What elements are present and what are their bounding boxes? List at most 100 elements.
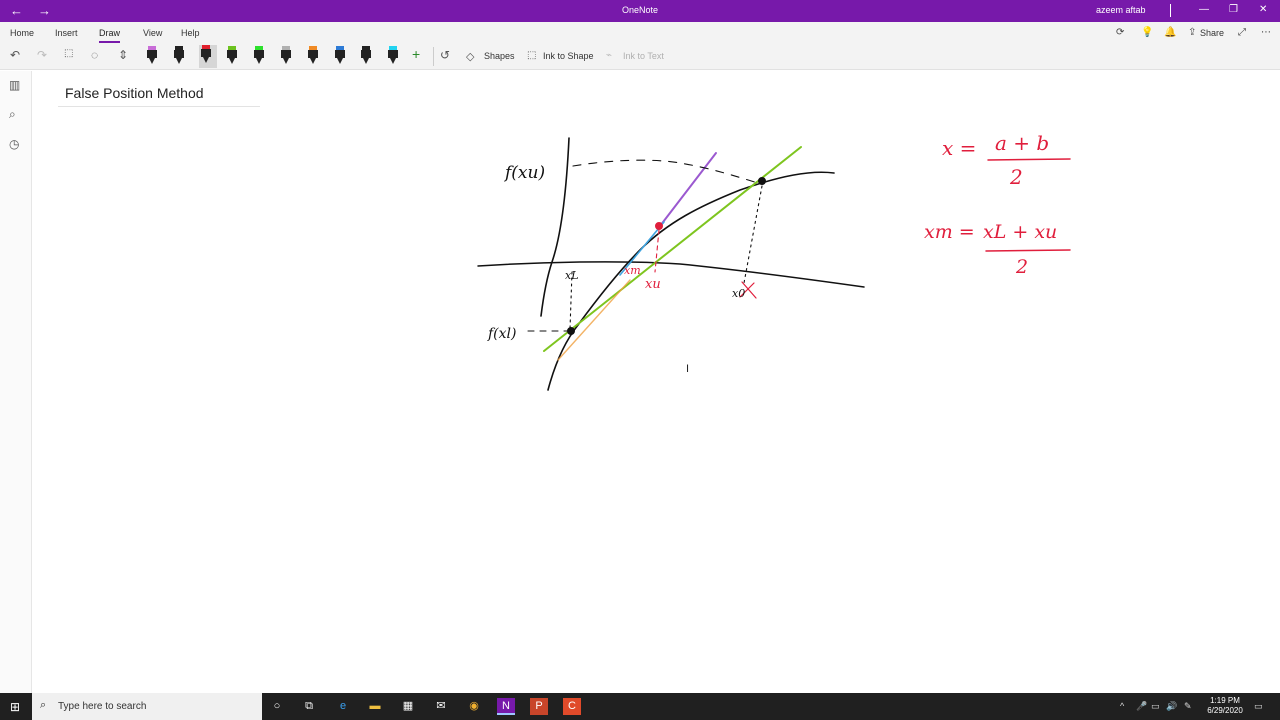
- y-axis-stroke: [540, 137, 570, 317]
- taskbar-search[interactable]: ⌕ Type here to search: [32, 693, 262, 720]
- fxu-dashed-guide: [572, 159, 759, 184]
- restore-icon[interactable]: ❐: [1229, 4, 1238, 15]
- pen-blue-button[interactable]: [333, 46, 347, 66]
- close-icon[interactable]: ✕: [1259, 4, 1267, 15]
- title-separator: [1170, 4, 1171, 17]
- clock-date: 6/29/2020: [1207, 706, 1243, 715]
- ink-to-text-button: Ink to Text: [623, 51, 664, 61]
- search-icon[interactable]: ⌕: [9, 107, 16, 122]
- tab-home[interactable]: Home: [10, 28, 34, 38]
- label-xm-short: xm: [624, 264, 641, 277]
- eq2-denominator: 2: [1015, 256, 1028, 278]
- notifications-icon[interactable]: ▭: [1254, 701, 1263, 712]
- share-icon[interactable]: ⇪: [1188, 27, 1196, 38]
- point-xl: [567, 327, 575, 335]
- pen-tray-icon[interactable]: ✎: [1184, 701, 1192, 712]
- pen-black-2-button[interactable]: [359, 46, 373, 66]
- pen-body: [308, 50, 318, 58]
- label-f-xu: f(xu): [503, 163, 545, 183]
- powerpoint-icon[interactable]: P: [530, 698, 548, 715]
- left-rail: ▥ ⌕ ◷: [0, 71, 32, 693]
- eq1-lhs: x =: [942, 136, 976, 160]
- file-explorer-icon[interactable]: ▬: [366, 698, 384, 715]
- eq1-numerator: a + b: [995, 131, 1049, 155]
- ink-canvas[interactable]: f(xu) f(xl) xL xm xu x0 x = a + b 2 xm =…: [33, 71, 1280, 693]
- pen-tip: [390, 58, 396, 64]
- tab-draw[interactable]: Draw: [99, 28, 121, 43]
- store-icon[interactable]: ▦: [399, 698, 417, 715]
- eq1-fraction-bar: [987, 158, 1071, 161]
- pen-tip: [203, 57, 209, 63]
- shapes-icon[interactable]: ◇: [466, 50, 474, 63]
- pen-black-1-button[interactable]: [172, 46, 186, 66]
- pen-body: [281, 50, 291, 58]
- shapes-button[interactable]: Shapes: [484, 51, 515, 61]
- tab-insert[interactable]: Insert: [55, 28, 78, 38]
- ribbon-tabs: Home Insert Draw View Help ⟳ 💡 🔔 ⇪ Share…: [0, 22, 1280, 43]
- label-xu: xu: [645, 277, 661, 292]
- pen-green-button[interactable]: [225, 46, 239, 66]
- tab-view[interactable]: View: [143, 28, 162, 38]
- recent-icon[interactable]: ◷: [9, 137, 19, 151]
- mail-icon[interactable]: ✉: [432, 698, 450, 715]
- add-pen-icon[interactable]: +: [412, 46, 420, 62]
- battery-icon[interactable]: ▭: [1151, 701, 1160, 712]
- edge-icon[interactable]: e: [334, 698, 352, 715]
- draw-toolbar: ↶ ↷ ⬚ ◌ ⇕ + ↺ ◇ Shapes ⬚ Ink to Shape ⌁ …: [0, 43, 1280, 70]
- lasso-select-icon[interactable]: ⬚: [64, 48, 73, 59]
- undo-icon[interactable]: ↶: [10, 48, 20, 62]
- tray-chevron-icon[interactable]: ^: [1120, 701, 1124, 711]
- pen-tip: [363, 58, 369, 64]
- chrome-icon[interactable]: ◉: [465, 698, 483, 715]
- pen-cyan-highlighter-button[interactable]: [386, 46, 400, 66]
- pen-orange-button[interactable]: [306, 46, 320, 66]
- search-icon: ⌕: [40, 699, 47, 711]
- minimize-icon[interactable]: —: [1199, 4, 1209, 15]
- pen-green-highlighter-button[interactable]: [252, 46, 266, 66]
- cortana-icon[interactable]: ○: [268, 698, 286, 715]
- microphone-icon[interactable]: 🎤: [1136, 701, 1147, 712]
- task-view-icon[interactable]: ⧉: [300, 698, 318, 715]
- eraser-icon[interactable]: ◌: [91, 48, 98, 62]
- text-cursor-icon: I: [686, 363, 690, 375]
- eq2-numerator: xL + xu: [983, 221, 1057, 243]
- pen-tip: [229, 58, 235, 64]
- windows-start-icon[interactable]: ⊞: [10, 700, 20, 714]
- camtasia-icon[interactable]: C: [563, 698, 581, 715]
- tangent-line-orange: [557, 279, 631, 361]
- pen-tip: [256, 58, 262, 64]
- taskbar-search-placeholder: Type here to search: [58, 701, 147, 712]
- eq2-lhs: xm =: [924, 221, 975, 243]
- pen-body: [388, 50, 398, 58]
- share-button[interactable]: Share: [1200, 28, 1224, 38]
- volume-icon[interactable]: 🔊: [1166, 701, 1177, 712]
- add-space-icon[interactable]: ⇕: [118, 48, 128, 62]
- label-x0: x0: [732, 287, 745, 300]
- lightbulb-icon[interactable]: 💡: [1141, 27, 1153, 38]
- toolbar-divider-1: [433, 47, 434, 66]
- eq1-denominator: 2: [1009, 165, 1023, 189]
- more-icon[interactable]: ⋯: [1261, 27, 1271, 38]
- notebooks-icon[interactable]: ▥: [9, 78, 20, 92]
- pen-red-button[interactable]: [199, 45, 217, 68]
- taskbar-clock[interactable]: 1:19 PM 6/29/2020: [1201, 696, 1249, 716]
- pen-tip: [283, 58, 289, 64]
- ink-to-text-icon: ⌁: [606, 50, 613, 61]
- point-xu: [758, 177, 766, 185]
- clock-time: 1:19 PM: [1210, 696, 1240, 705]
- onenote-icon[interactable]: N: [497, 698, 515, 715]
- bell-icon[interactable]: 🔔: [1164, 27, 1176, 38]
- fullscreen-icon[interactable]: ⤢: [1238, 27, 1246, 38]
- ink-replay-icon[interactable]: ↺: [440, 48, 450, 62]
- tab-help[interactable]: Help: [181, 28, 200, 38]
- sync-icon[interactable]: ⟳: [1116, 27, 1124, 38]
- pen-body: [227, 50, 237, 58]
- ink-to-shape-button[interactable]: Ink to Shape: [543, 51, 594, 61]
- pen-gray-button[interactable]: [279, 46, 293, 66]
- redo-icon[interactable]: ↷: [37, 48, 47, 62]
- label-xl: xL: [565, 269, 579, 282]
- pen-tip: [310, 58, 316, 64]
- ink-to-shape-icon[interactable]: ⬚: [527, 50, 536, 61]
- user-name[interactable]: azeem aftab: [1096, 5, 1146, 15]
- pen-purple-highlighter-button[interactable]: [145, 46, 159, 66]
